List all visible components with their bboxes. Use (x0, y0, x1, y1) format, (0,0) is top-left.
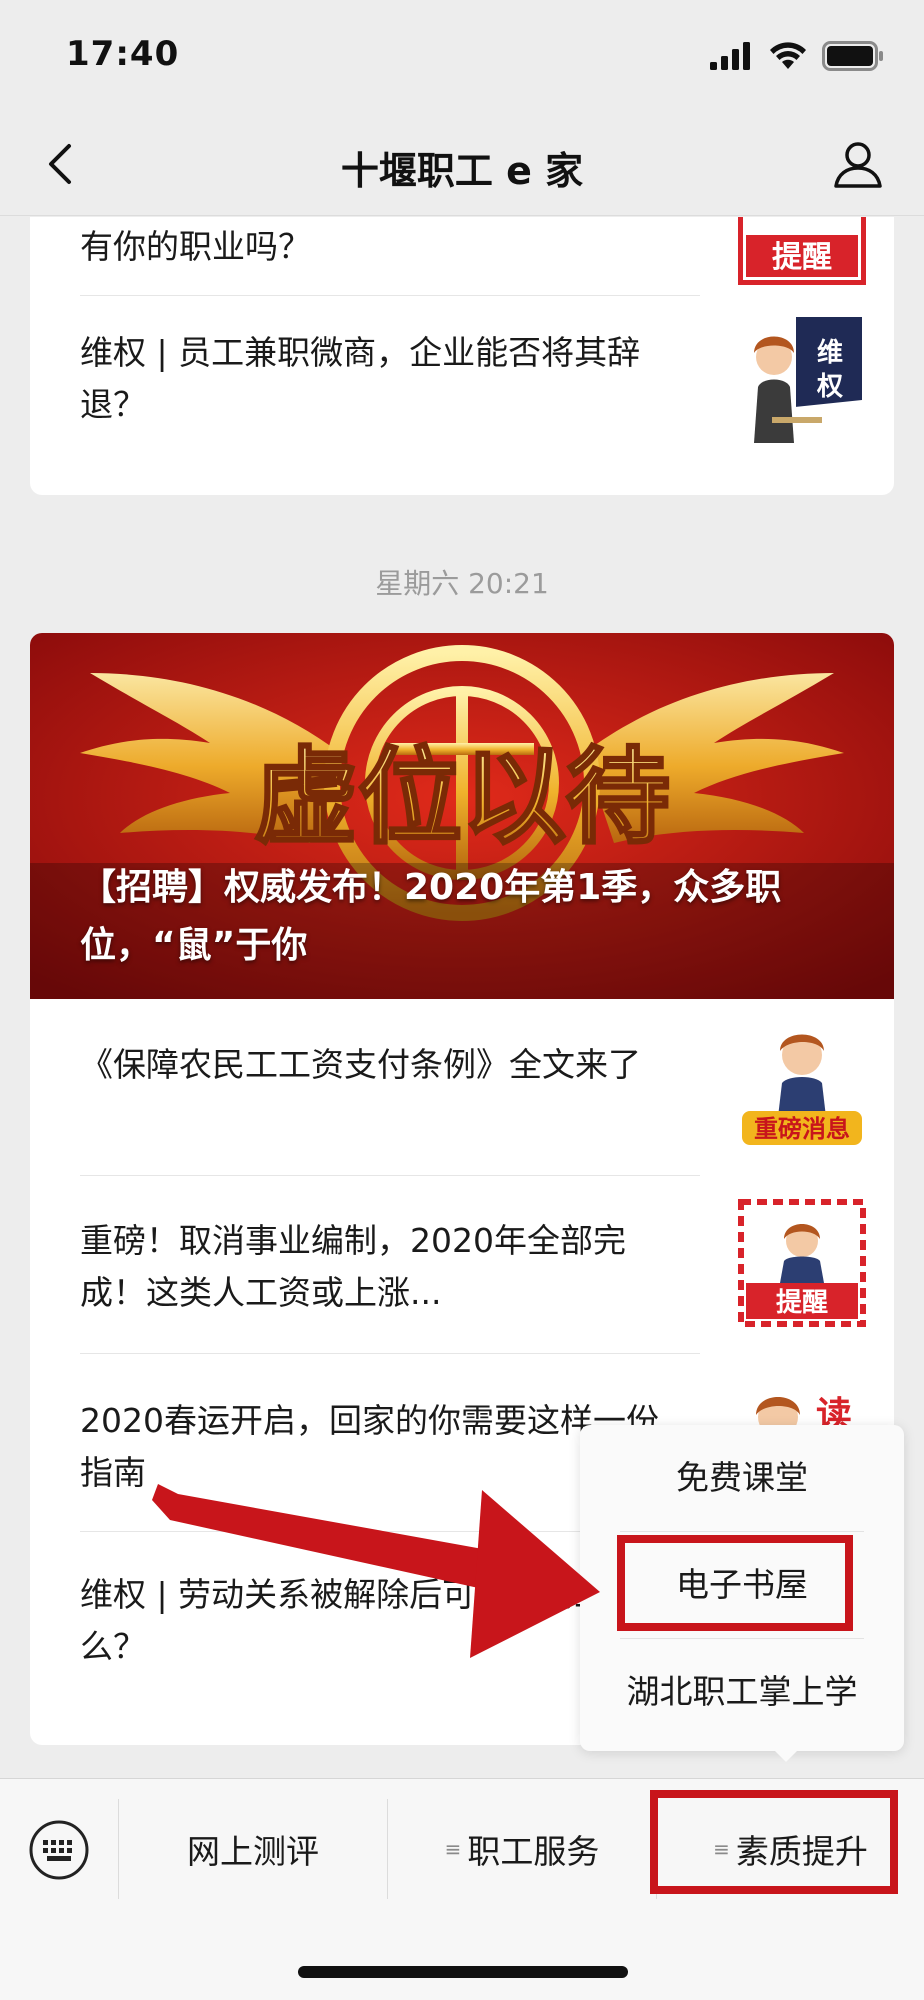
annotation-arrow-icon (152, 1484, 600, 1658)
